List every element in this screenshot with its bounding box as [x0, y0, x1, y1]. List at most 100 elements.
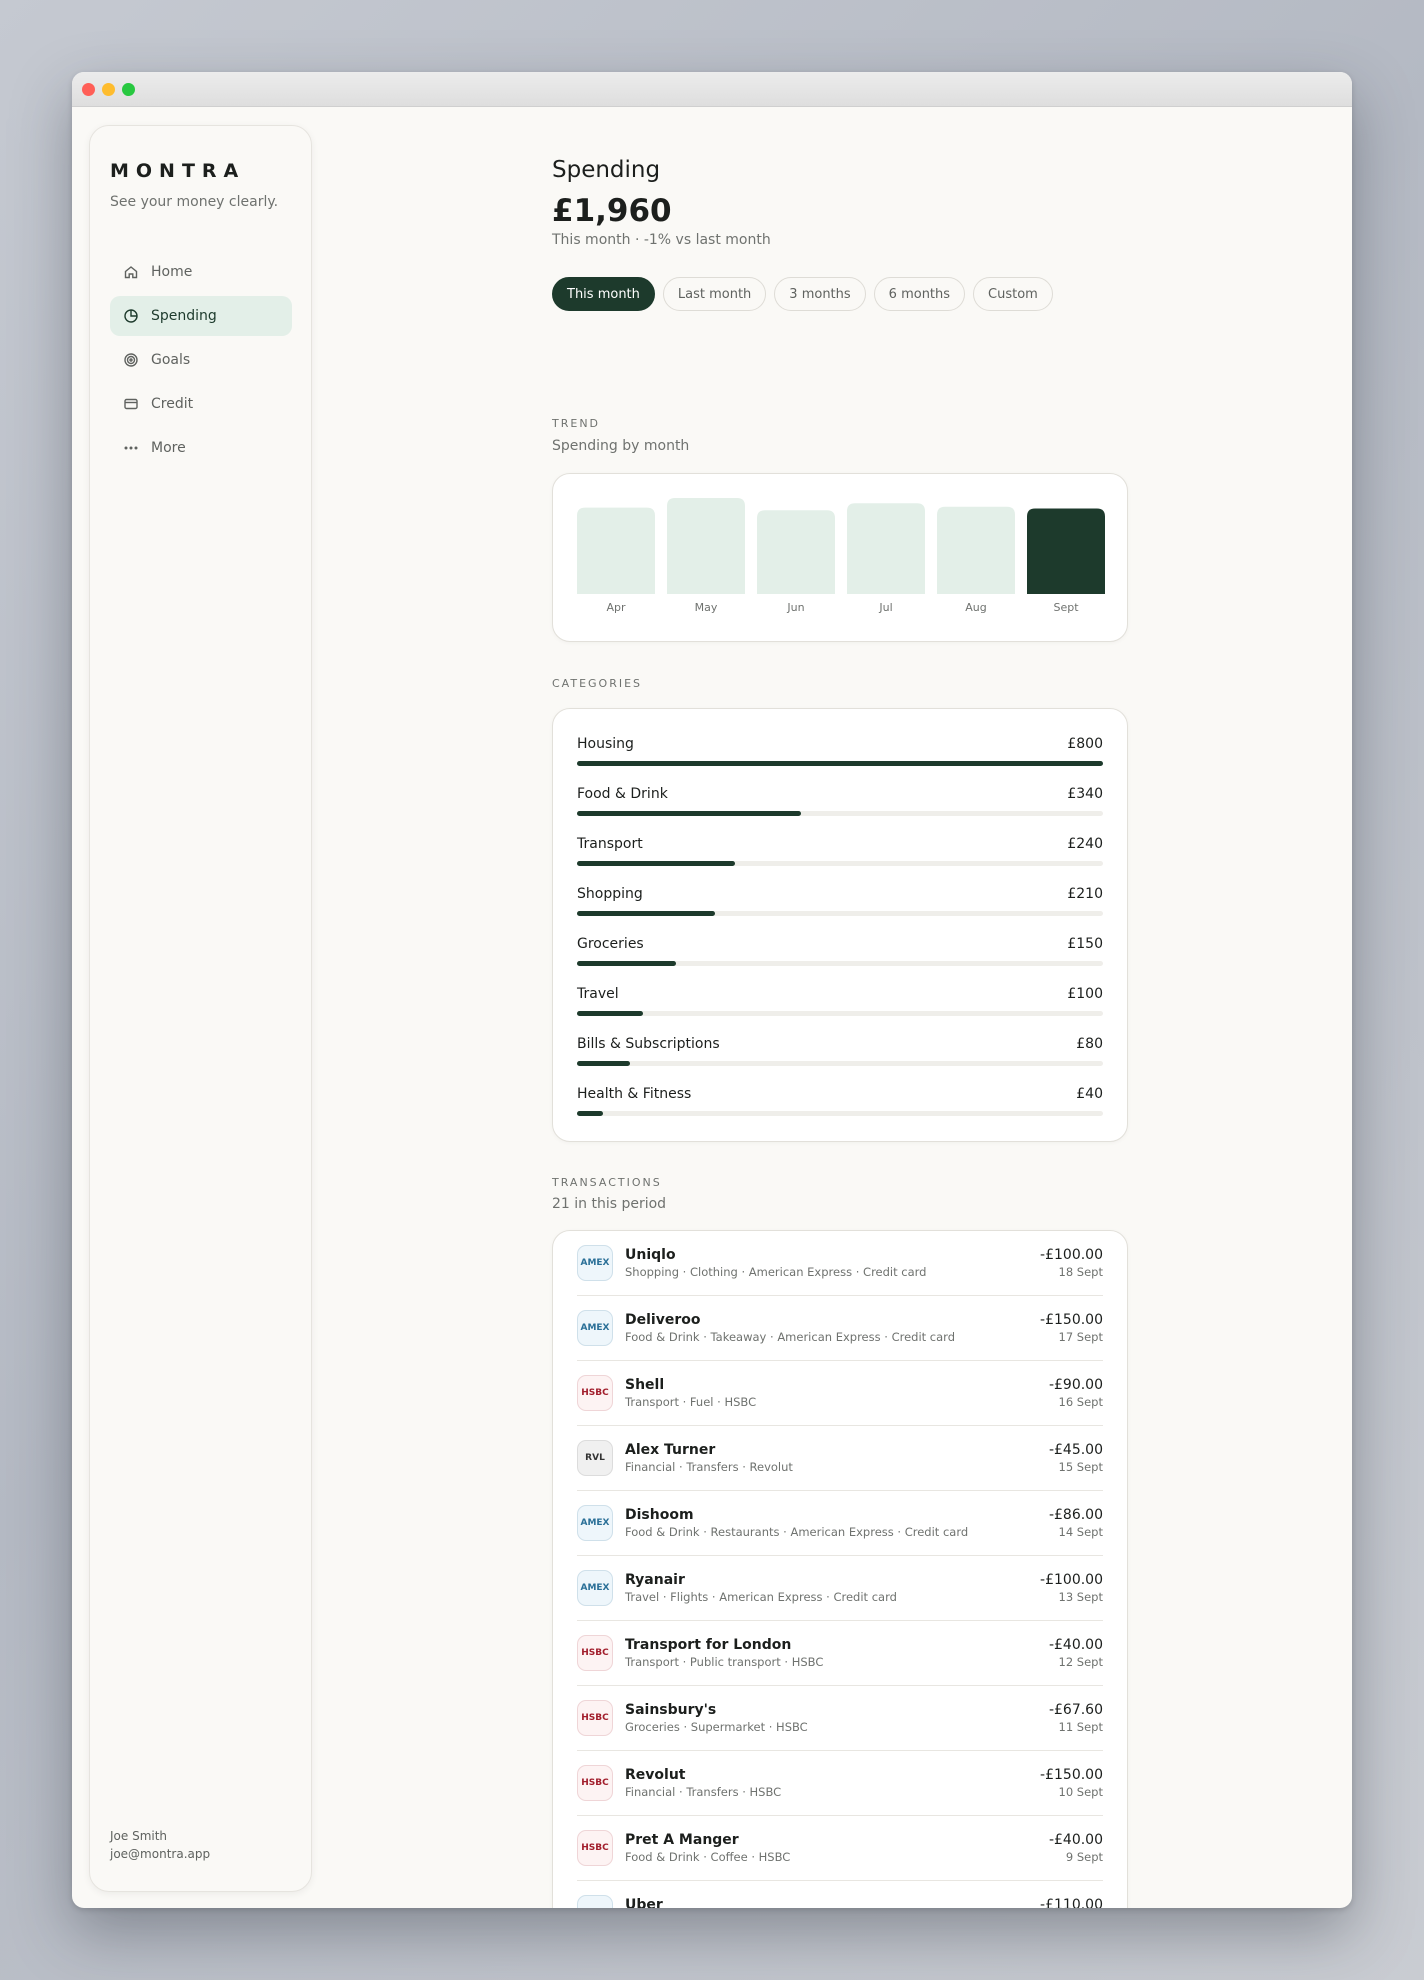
- transaction-amount-block: -£110.008 Sept: [1040, 1896, 1103, 1908]
- category-progress-track: [577, 1061, 1103, 1066]
- category-progress-fill: [577, 1061, 630, 1066]
- transaction-amount: -£45.00: [1048, 1442, 1103, 1458]
- category-progress-fill: [577, 1011, 643, 1016]
- transaction-merchant: Shell: [625, 1377, 665, 1393]
- transaction-row[interactable]: HSBC Pret A Manger Food & Drink · Coffee ·…: [577, 1816, 1103, 1881]
- category-progress-track: [577, 911, 1103, 916]
- transaction-row[interactable]: AMEX Deliveroo Food & Drink · Takeaway · A…: [577, 1296, 1103, 1361]
- sidebar-item-more[interactable]: More: [110, 428, 292, 468]
- trend-label: TREND: [552, 417, 601, 430]
- minimize-window-button[interactable]: [102, 83, 115, 96]
- sidebar-item-goals[interactable]: Goals: [110, 340, 292, 380]
- category-name: Groceries: [577, 936, 644, 952]
- transaction-row[interactable]: RVL Alex Turner Financial · Transfers · Re…: [577, 1426, 1103, 1491]
- category-progress-track: [577, 961, 1103, 966]
- transaction-row[interactable]: AMEX UberTransport · Rideshare · American…: [577, 1881, 1103, 1908]
- page-title: Spending: [552, 157, 661, 183]
- category-row[interactable]: Health & Fitness £40: [577, 1081, 1103, 1131]
- category-head: Shopping £210: [577, 881, 1103, 907]
- sidebar-item-home[interactable]: Home: [110, 252, 292, 292]
- category-name: Shopping: [577, 886, 643, 902]
- category-row[interactable]: Groceries £150: [577, 931, 1103, 981]
- chart-tick-label: Apr: [606, 601, 626, 614]
- transaction-amount-block: -£100.00 13 Sept: [1040, 1571, 1103, 1605]
- tagline: See your money clearly.: [110, 194, 279, 210]
- category-progress-fill: [577, 861, 735, 866]
- transaction-meta: Transport · Public transport · HSBC: [625, 1655, 824, 1669]
- transaction-row[interactable]: AMEX Uniqlo Shopping · Clothing · American…: [577, 1231, 1103, 1296]
- transaction-row[interactable]: HSBC Shell Transport · Fuel · HSBC -£90.00 1…: [577, 1361, 1103, 1426]
- transaction-merchant: Alex Turner: [625, 1442, 716, 1458]
- transaction-amount-block: -£45.00 15 Sept: [1049, 1441, 1103, 1475]
- category-row[interactable]: Travel £100: [577, 981, 1103, 1031]
- category-amount: £80: [1076, 1036, 1103, 1052]
- bank-badge: AMEX: [577, 1245, 613, 1281]
- transaction-meta: Food & Drink · Coffee · HSBC: [625, 1850, 791, 1864]
- filter-this-month[interactable]: This month: [552, 277, 655, 311]
- trend-chart-card: Apr May Jun Jul Aug Sept: [552, 473, 1128, 642]
- transaction-amount: -£100.00: [1040, 1572, 1103, 1588]
- sidebar-item-label: Spending: [151, 308, 217, 324]
- transaction-date: 14 Sept: [1058, 1525, 1103, 1539]
- chart-bar-aug: [937, 506, 1015, 594]
- category-progress-track: [577, 1111, 1103, 1116]
- transaction-row[interactable]: AMEX Dishoom Food & Drink · Restaurants · …: [577, 1491, 1103, 1556]
- filter-last-month[interactable]: Last month: [662, 277, 767, 311]
- category-amount: £240: [1067, 836, 1103, 852]
- transaction-meta: Travel · Flights · American Express · Cr…: [625, 1590, 897, 1604]
- chart-bar-may: [667, 498, 745, 594]
- category-progress-track: [577, 761, 1103, 766]
- transaction-row[interactable]: HSBC Revolut Financial · Transfers · HSBC -…: [577, 1751, 1103, 1816]
- user-name: Joe Smith: [110, 1829, 168, 1843]
- sidebar-item-credit[interactable]: Credit: [110, 384, 292, 424]
- category-row[interactable]: Transport £240: [577, 831, 1103, 881]
- category-name: Bills & Subscriptions: [577, 1036, 720, 1052]
- category-head: Transport £240: [577, 831, 1103, 857]
- chart-tick-label: Aug: [965, 601, 986, 614]
- title-bar: [72, 72, 1352, 107]
- pie-chart-icon: [123, 308, 139, 324]
- chart-tick-label: Jun: [786, 601, 804, 614]
- transaction-amount: -£90.00: [1048, 1377, 1103, 1393]
- transaction-meta: Shopping · Clothing · American Express ·…: [625, 1265, 927, 1279]
- category-row[interactable]: Food & Drink £340: [577, 781, 1103, 831]
- transaction-row[interactable]: HSBC Sainsbury's Groceries · Supermarket ·…: [577, 1686, 1103, 1751]
- transaction-info: Pret A Manger Food & Drink · Coffee · HSB…: [625, 1831, 1049, 1865]
- chart-tick-label: Jul: [878, 601, 892, 614]
- transaction-row[interactable]: HSBC Transport for London Transport · Publ…: [577, 1621, 1103, 1686]
- user-info: Joe Smith joe@montra.app: [110, 1827, 210, 1863]
- filter-custom[interactable]: Custom: [973, 277, 1053, 311]
- sidebar-item-label: Credit: [151, 396, 194, 412]
- filter-6-months[interactable]: 6 months: [873, 277, 966, 311]
- category-row[interactable]: Housing £800: [577, 731, 1103, 781]
- transaction-row[interactable]: AMEX Ryanair Travel · Flights · American E…: [577, 1556, 1103, 1621]
- filter-3-months[interactable]: 3 months: [774, 277, 866, 311]
- card-icon: [123, 396, 139, 412]
- total-amount: £1,960: [552, 193, 672, 229]
- transaction-date: 15 Sept: [1058, 1460, 1103, 1474]
- sidebar-item-label: Goals: [151, 352, 191, 368]
- category-row[interactable]: Bills & Subscriptions £80: [577, 1031, 1103, 1081]
- transaction-merchant: Dishoom: [625, 1507, 694, 1523]
- transaction-date: 18 Sept: [1058, 1265, 1103, 1279]
- category-progress-fill: [577, 961, 676, 966]
- transaction-amount-block: -£90.00 16 Sept: [1049, 1376, 1103, 1410]
- transaction-amount: -£67.60: [1048, 1702, 1103, 1718]
- transaction-amount-block: -£150.00 17 Sept: [1040, 1311, 1103, 1345]
- transaction-amount: -£110.00: [1040, 1897, 1103, 1908]
- sidebar-item-spending[interactable]: Spending: [110, 296, 292, 336]
- transactions-count: 21 in this period: [552, 1196, 667, 1212]
- transaction-info: Revolut Financial · Transfers · HSBC: [625, 1766, 1040, 1800]
- maximize-window-button[interactable]: [122, 83, 135, 96]
- transaction-meta: Financial · Transfers · HSBC: [625, 1785, 782, 1799]
- transaction-amount: -£150.00: [1040, 1312, 1103, 1328]
- category-head: Bills & Subscriptions £80: [577, 1031, 1103, 1057]
- transaction-merchant: Pret A Manger: [625, 1832, 739, 1848]
- category-name: Food & Drink: [577, 786, 668, 802]
- category-amount: £150: [1067, 936, 1103, 952]
- close-window-button[interactable]: [82, 83, 95, 96]
- transaction-date: 16 Sept: [1058, 1395, 1103, 1409]
- transaction-amount: -£40.00: [1048, 1832, 1103, 1848]
- transaction-amount-block: -£100.00 18 Sept: [1040, 1246, 1103, 1280]
- category-row[interactable]: Shopping £210: [577, 881, 1103, 931]
